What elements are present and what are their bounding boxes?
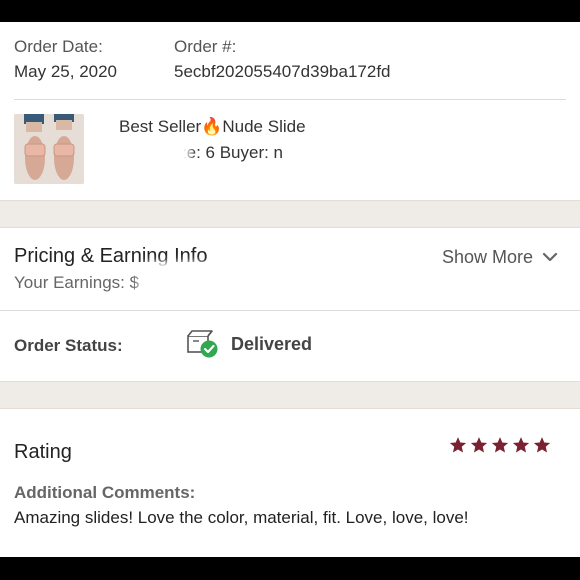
order-date-value: May 25, 2020 — [14, 62, 118, 81]
order-date-label: Order Date: — [14, 37, 103, 56]
rating-title: Rating — [14, 441, 72, 463]
star-icon — [449, 437, 467, 453]
section-separator — [0, 200, 580, 228]
show-more-label: Show More — [441, 247, 533, 267]
star-icon — [470, 437, 488, 453]
order-date: Order Date: May 25, 2020 — [14, 36, 174, 85]
pricing-title: Pricing & Earning Info — [14, 245, 208, 267]
pricing-card: Pricing & Earning Info Your Earnings: $ … — [0, 228, 580, 381]
rating-card: Rating Additional Comments: Amazing slid… — [0, 409, 580, 557]
divider — [14, 99, 566, 100]
star-icon — [512, 437, 530, 453]
product-title[interactable]: Best Seller🔥Nude Slide — [119, 115, 306, 139]
divider — [0, 310, 580, 311]
chevron-down-icon — [542, 252, 558, 262]
order-status-label: Order Status: — [14, 336, 123, 355]
earnings-label: Your Earnings: $ — [14, 273, 140, 292]
delivered-box-icon — [187, 330, 218, 358]
star-icon — [491, 437, 509, 453]
star-rating — [446, 436, 551, 454]
comments-text: Amazing slides! Love the color, material… — [14, 508, 469, 527]
comments-label: Additional Comments: — [14, 483, 196, 502]
order-status-value: Delivered — [231, 334, 313, 354]
redaction-overlay — [300, 144, 384, 180]
order-card: Order Date: May 25, 2020 Order #: 5ecbf2… — [0, 22, 580, 200]
order-number-value: 5ecbf202055407d39ba172fd — [174, 62, 391, 81]
order-number-label: Order #: — [174, 37, 237, 56]
order-number: Order #: 5ecbf202055407d39ba172fd — [174, 36, 391, 85]
show-more-button[interactable]: Show More — [442, 245, 558, 269]
product-thumbnail[interactable] — [14, 114, 84, 184]
redaction-overlay — [112, 144, 184, 178]
section-separator — [0, 381, 580, 409]
order-meta: Order Date: May 25, 2020 Order #: 5ecbf2… — [14, 36, 391, 85]
bottom-bar — [0, 557, 580, 580]
top-bar — [0, 0, 580, 22]
redaction-overlay — [145, 268, 205, 302]
star-icon — [533, 437, 551, 453]
